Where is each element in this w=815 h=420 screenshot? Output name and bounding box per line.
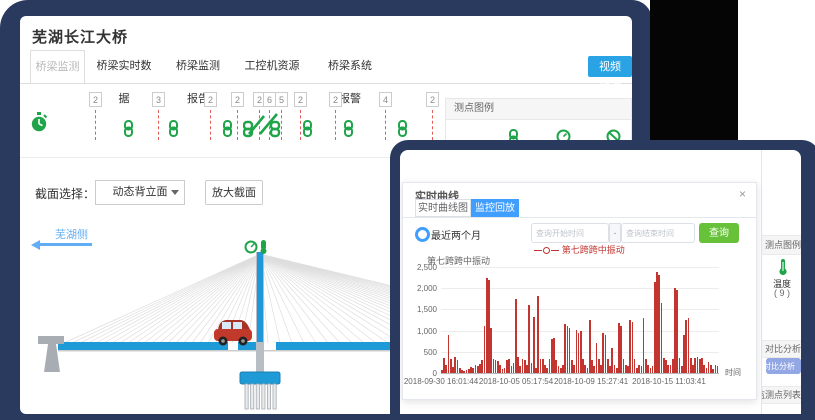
sensor-dash-line [300, 110, 301, 140]
sensor-count-badge: 4 [379, 92, 392, 107]
y-tick-label: 1,000 [405, 327, 437, 336]
zoom-section-button[interactable]: 放大截面 [205, 180, 263, 205]
sensor-dash-line [158, 110, 159, 140]
realtime-curve-dialog: 实时曲线 × 实时曲线图监控回放 最近两个月 - 查询 第七跨跨中振动 第七跨跨… [402, 182, 757, 400]
sensor-count-badge: 5 [275, 92, 288, 107]
sensor-count-badge: 2 [426, 92, 439, 107]
close-icon[interactable]: × [739, 188, 746, 200]
background-patch [650, 0, 738, 150]
sensor-count-badge: 2 [294, 92, 307, 107]
panel-divider [761, 150, 762, 414]
dialog-tab-1[interactable]: 监控回放 [471, 199, 519, 217]
x-tick-label: 2018-10-05 05:17:54 [479, 377, 553, 386]
compare-analysis-button[interactable]: 对比分析 [766, 358, 801, 374]
data-bar [533, 317, 535, 373]
search-button[interactable]: 查询 [699, 223, 739, 243]
section-select-value: 动态背立面 [113, 186, 168, 198]
legend-circle-icon [543, 247, 550, 254]
x-tick-label: 2018-10-15 11:03:41 [632, 377, 706, 386]
legend-line-icon [551, 250, 559, 251]
sensor-dash-line [95, 110, 96, 140]
chain-link-icon[interactable] [222, 120, 233, 142]
bearing-icon[interactable] [243, 110, 281, 143]
sensor-count-badge: 2 [329, 92, 342, 107]
front-window-frame: 测点图例 温度 ( 9 ) 对比分析 对比分析 监测点列表 实时曲线 × 实时曲… [390, 140, 815, 420]
y-tick-label: 2,000 [405, 284, 437, 293]
x-axis-unit: 时间 [725, 367, 741, 378]
y-tick-label: 1,500 [405, 305, 437, 314]
point-legend-title: 测点图例 [446, 99, 631, 120]
screen: 芜湖长江大桥 桥梁监测桥梁实时数据桥梁监测报告工控机资源监测桥梁系统报警 视频监… [0, 0, 815, 420]
dialog-tab-0[interactable]: 实时曲线图 [415, 199, 471, 217]
legend-header-band: 测点图例 [762, 235, 801, 255]
gridline [441, 267, 719, 268]
recent-two-months-label: 最近两个月 [431, 227, 481, 242]
legend-line-icon [534, 250, 542, 251]
x-tick-label: 2018-09-30 16:01:44 [404, 377, 478, 386]
gridline [441, 288, 719, 289]
chain-link-icon[interactable] [123, 120, 134, 142]
sensor-count-badge: 2 [231, 92, 244, 107]
sensor-count-badge: 3 [152, 92, 165, 107]
sensor-dash-line [432, 110, 433, 140]
sensor-dash-line [335, 110, 336, 140]
chevron-down-icon [171, 190, 179, 195]
data-bar [717, 366, 719, 373]
section-select-dropdown[interactable]: 动态背立面 [95, 180, 185, 205]
front-window: 测点图例 温度 ( 9 ) 对比分析 对比分析 监测点列表 实时曲线 × 实时曲… [400, 150, 801, 414]
stopwatch-icon[interactable] [30, 112, 48, 139]
date-range-separator: - [609, 223, 621, 243]
recent-two-months-radio[interactable] [415, 227, 430, 242]
legend-series-label: 第七跨跨中振动 [562, 245, 625, 255]
point-list-band: 监测点列表 [762, 386, 801, 404]
query-end-time-input[interactable] [621, 223, 695, 243]
sensor-dash-line [237, 110, 238, 140]
y-tick-label: 500 [405, 348, 437, 357]
chain-link-icon[interactable] [343, 120, 354, 142]
sensor-dash-line [385, 110, 386, 140]
section-select-label: 截面选择： [35, 185, 95, 202]
tab-underline [403, 217, 756, 218]
y-tick-label: 2,500 [405, 263, 437, 272]
chain-link-icon[interactable] [168, 120, 179, 142]
x-tick-label: 2018-10-09 15:27:41 [554, 377, 628, 386]
sensor-count-badge: 2 [204, 92, 217, 107]
sensor-dash-line [281, 110, 282, 140]
temperature-count: ( 9 ) [769, 288, 795, 298]
compare-header-band: 对比分析 [762, 340, 801, 358]
chain-link-icon[interactable] [397, 120, 408, 142]
chain-link-icon[interactable] [302, 120, 313, 142]
query-start-time-input[interactable] [531, 223, 609, 243]
vibration-chart-plot: 2,5002,0001,5001,00050002018-09-30 16:01… [441, 267, 719, 374]
sensor-count-badge: 2 [89, 92, 102, 107]
sensor-dash-line [210, 110, 211, 140]
